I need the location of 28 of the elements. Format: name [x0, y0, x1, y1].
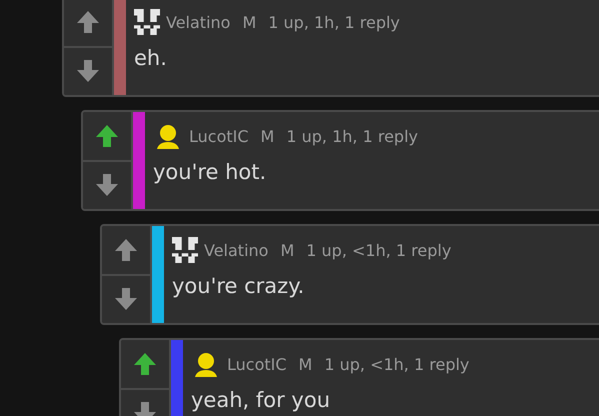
username: LucotIC: [227, 354, 287, 374]
comment-meta: 1 up, <1h, 1 reply: [324, 354, 470, 374]
gender-label: M: [280, 240, 294, 260]
username: LucotIC: [189, 126, 249, 146]
username: Velatino: [204, 240, 268, 260]
downvote-button[interactable]: [64, 46, 112, 95]
comment-text: yeah, for you: [191, 388, 332, 412]
up-arrow-icon: [76, 10, 100, 34]
comment-meta: 1 up, <1h, 1 reply: [306, 240, 452, 260]
comment-text: you're hot.: [153, 160, 268, 184]
comment-meta: 1 up, 1h, 1 reply: [268, 12, 400, 32]
comment-text: you're crazy.: [172, 274, 306, 298]
gender-label: M: [242, 12, 256, 32]
up-arrow-icon: [133, 352, 157, 376]
downvote-button[interactable]: [83, 160, 131, 209]
down-arrow-icon: [95, 173, 119, 198]
username: Velatino: [166, 12, 230, 32]
comment-meta: 1 up, 1h, 1 reply: [286, 126, 418, 146]
gender-label: M: [298, 354, 312, 374]
pixel-avatar-icon: [172, 237, 198, 263]
comment-text: eh.: [134, 46, 168, 70]
down-arrow-icon: [76, 59, 100, 84]
pixel-avatar-icon: [134, 9, 160, 35]
downvote-button[interactable]: [102, 274, 150, 323]
up-arrow-icon: [95, 124, 119, 148]
gender-label: M: [260, 126, 274, 146]
up-arrow-icon: [114, 238, 138, 262]
down-arrow-icon: [114, 287, 138, 312]
